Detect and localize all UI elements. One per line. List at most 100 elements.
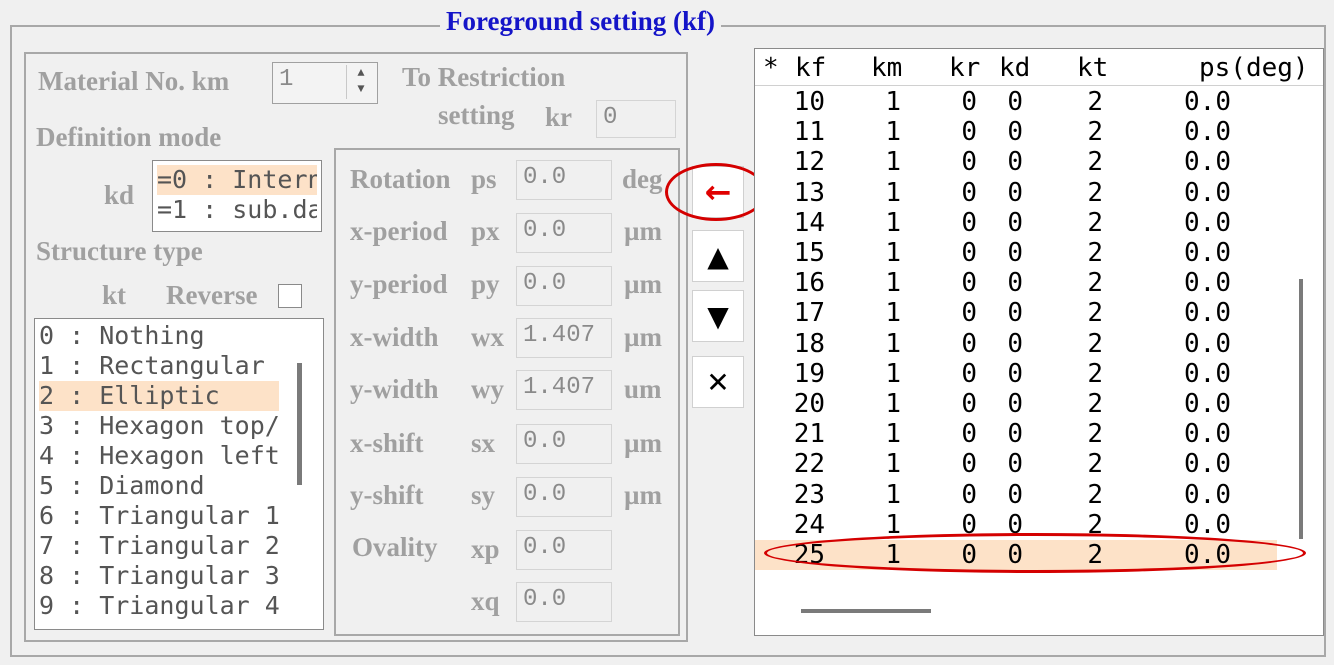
definition-mode-label: Definition mode (36, 122, 222, 152)
param-field-x-shift[interactable]: 0.0 (516, 424, 612, 464)
structure-option-3[interactable]: 3 : Hexagon top/bo (39, 411, 279, 441)
cell-ps: 0.0 (1184, 328, 1231, 359)
table-row[interactable]: 12 1 0 0 2 0.0 (755, 147, 1277, 177)
table-row[interactable]: 23 1 0 0 2 0.0 (755, 480, 1277, 510)
cell-kr: 0 (961, 117, 977, 148)
cell-km: 1 (885, 87, 901, 117)
param-sym-2: py (471, 269, 500, 299)
cell-kf: 20 (793, 389, 825, 419)
cell-ps: 0.0 (1184, 147, 1231, 178)
table-row[interactable]: 15 1 0 0 2 0.0 (755, 238, 1277, 268)
material-spinbox[interactable]: 1 ▲ ▼ (272, 62, 378, 104)
cell-kd: 0 (1007, 117, 1023, 148)
cell-kt: 2 (1087, 238, 1103, 268)
structure-option-7[interactable]: 7 : Triangular 2nd- (39, 531, 279, 561)
structure-option-2[interactable]: 2 : Elliptic (39, 381, 279, 411)
cell-kr: 0 (961, 268, 977, 299)
table-row[interactable]: 20 1 0 0 2 0.0 (755, 389, 1277, 419)
reverse-checkbox[interactable] (278, 284, 302, 308)
delete-button[interactable]: ✕ (692, 356, 744, 408)
cell-kd: 0 (1007, 87, 1023, 117)
param-sym-8: xq (471, 586, 500, 616)
table-row[interactable]: 21 1 0 0 2 0.0 (755, 419, 1277, 449)
param-field-rotation[interactable]: 0.0 (516, 160, 612, 200)
param-field-xp[interactable]: 0.0 (516, 530, 612, 570)
table-row[interactable]: 18 1 0 0 2 0.0 (755, 329, 1277, 359)
horizontal-scrollbar[interactable] (801, 609, 931, 613)
cell-kd: 0 (1007, 238, 1023, 268)
cell-ps: 0.0 (1184, 419, 1231, 450)
structure-option-0[interactable]: 0 : Nothing (39, 321, 279, 351)
header-ps: ps(deg) (1199, 53, 1309, 83)
structure-list-scrollbar[interactable] (297, 363, 302, 485)
cell-ps: 0.0 (1184, 177, 1231, 208)
cell-km: 1 (885, 449, 901, 480)
cell-kr: 0 (961, 177, 977, 208)
kt-label: kt (102, 280, 127, 310)
cell-kd: 0 (1007, 268, 1023, 299)
table-row[interactable]: 19 1 0 0 2 0.0 (755, 359, 1277, 389)
kr-field[interactable]: 0 (596, 100, 676, 138)
structure-option-8[interactable]: 8 : Triangular 3rd- (39, 561, 279, 591)
table-row[interactable]: 13 1 0 0 2 0.0 (755, 178, 1277, 208)
param-sym-1: px (471, 216, 500, 246)
param-field-xq[interactable]: 0.0 (516, 582, 612, 622)
definition-mode-list[interactable]: =0 : Internal =1 : sub.dat (152, 160, 322, 232)
vertical-scrollbar[interactable] (1299, 279, 1303, 539)
cell-km: 1 (885, 177, 901, 208)
structure-option-1[interactable]: 1 : Rectangular (39, 351, 279, 381)
table-row[interactable]: 11 1 0 0 2 0.0 (755, 117, 1277, 147)
cell-ps: 0.0 (1184, 509, 1231, 540)
cell-kd: 0 (1007, 298, 1023, 329)
table-row[interactable]: 17 1 0 0 2 0.0 (755, 298, 1277, 328)
param-field-y-width[interactable]: 1.407 (516, 370, 612, 410)
spin-down-icon[interactable]: ▼ (347, 81, 375, 97)
material-label: Material No. km (38, 66, 230, 96)
param-unit-0: deg (622, 164, 663, 194)
cell-kr: 0 (961, 419, 977, 450)
cell-kd: 0 (1007, 177, 1023, 208)
table-header-divider (755, 85, 1323, 86)
spin-up-icon[interactable]: ▲ (347, 65, 375, 81)
param-name-0: Rotation (350, 164, 451, 194)
structure-option-9[interactable]: 9 : Triangular 4th- (39, 591, 279, 621)
cell-kr: 0 (961, 238, 977, 268)
cell-kf: 24 (793, 509, 825, 540)
move-up-button[interactable]: ▲ (692, 230, 744, 282)
structure-option-5[interactable]: 5 : Diamond (39, 471, 279, 501)
cell-km: 1 (885, 358, 901, 389)
definition-option-1[interactable]: =1 : sub.dat (157, 195, 317, 225)
cell-kr: 0 (961, 207, 977, 238)
cell-kt: 2 (1087, 419, 1103, 450)
cell-kf: 18 (793, 328, 825, 359)
cell-ps: 0.0 (1184, 117, 1231, 148)
move-down-button[interactable]: ▼ (692, 290, 744, 342)
param-name-4: y-width (350, 374, 439, 404)
cell-kf: 17 (793, 298, 825, 329)
param-unit-5: µm (624, 428, 663, 458)
cell-kd: 0 (1007, 419, 1023, 450)
structure-type-list[interactable]: 0 : Nothing 1 : Rectangular 2 : Elliptic… (34, 318, 324, 630)
param-sym-7: xp (471, 534, 500, 564)
definition-option-0[interactable]: =0 : Internal (157, 165, 317, 195)
cell-kf: 19 (793, 358, 825, 389)
structure-option-4[interactable]: 4 : Hexagon left/ri (39, 441, 279, 471)
param-field-x-width[interactable]: 1.407 (516, 318, 612, 358)
reverse-label: Reverse (166, 280, 258, 310)
param-name-1: x-period (350, 216, 448, 246)
param-sym-5: sx (471, 428, 496, 458)
param-name-2: y-period (350, 269, 448, 299)
table-row[interactable]: 10 1 0 0 2 0.0 (755, 87, 1277, 117)
cell-kr: 0 (961, 298, 977, 329)
spin-buttons[interactable]: ▲ ▼ (346, 65, 375, 99)
cell-km: 1 (885, 419, 901, 450)
structure-option-6[interactable]: 6 : Triangular 1st- (39, 501, 279, 531)
material-value: 1 (279, 66, 294, 93)
param-field-x-period[interactable]: 0.0 (516, 213, 612, 253)
table-row[interactable]: 16 1 0 0 2 0.0 (755, 268, 1277, 298)
param-field-y-shift[interactable]: 0.0 (516, 477, 612, 517)
table-row[interactable]: 14 1 0 0 2 0.0 (755, 208, 1277, 238)
table-row[interactable]: 22 1 0 0 2 0.0 (755, 449, 1277, 479)
param-field-y-period[interactable]: 0.0 (516, 266, 612, 306)
cell-km: 1 (885, 268, 901, 299)
